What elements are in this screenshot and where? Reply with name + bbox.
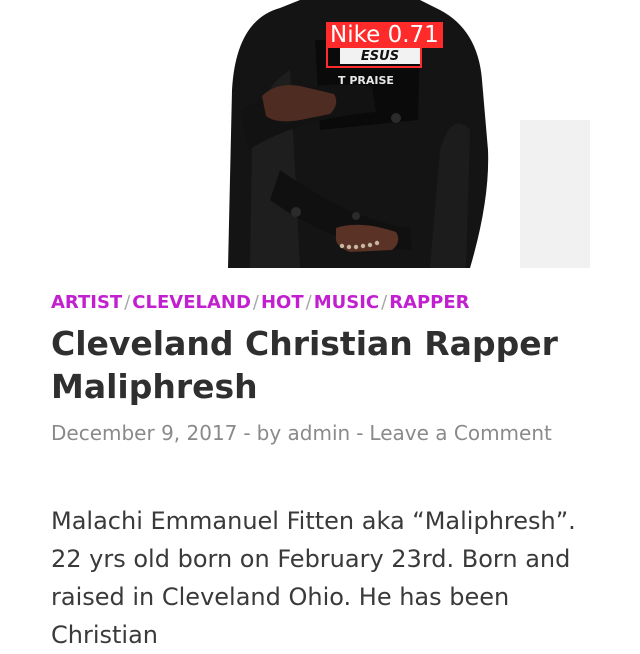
author-prefix: by [256,421,282,445]
post-body: Malachi Emmanuel Fitten aka “Maliphresh”… [51,507,576,649]
rapper-photo: ESUS T PRAISE [0,0,640,268]
category-separator: / [252,292,259,313]
post-title: Cleveland Christian Rapper Maliphresh [51,324,558,406]
detection-class: Nike [330,22,381,48]
author-link[interactable]: admin [288,421,351,445]
leave-comment-link[interactable]: Leave a Comment [369,421,551,445]
hero-image: ESUS T PRAISE Nike 0.71 [0,0,640,268]
category-separator: / [124,292,131,313]
category-separator: / [381,292,388,313]
detection-box [326,46,422,68]
category-cleveland[interactable]: CLEVELAND [132,292,251,313]
category-hot[interactable]: HOT [261,292,304,313]
shirt-print-bottom: T PRAISE [338,74,394,87]
detection-label: Nike 0.71 [326,22,443,48]
meta-separator: - [356,421,364,445]
category-links: ARTIST / CLEVELAND / HOT / MUSIC / RAPPER [51,292,470,314]
post-date[interactable]: December 9, 2017 [51,421,237,445]
post-meta: December 9, 2017- by admin - Leave a Commen… [51,418,571,448]
category-music[interactable]: MUSIC [314,292,379,313]
category-rapper[interactable]: RAPPER [389,292,469,313]
category-separator: / [305,292,312,313]
meta-separator: - [243,421,251,445]
detection-score: 0.71 [387,22,439,48]
category-artist[interactable]: ARTIST [51,292,122,313]
